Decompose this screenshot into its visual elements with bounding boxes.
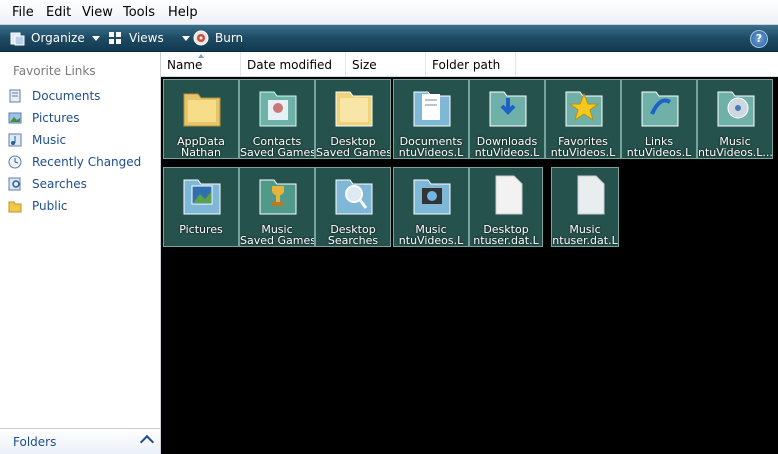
file-list[interactable]: AppData Nathan Contacts Saved Games Desk… bbox=[161, 77, 778, 454]
tile-path: ntuVideos.L bbox=[626, 146, 692, 159]
folders-bar[interactable]: Folders bbox=[0, 428, 160, 454]
list-item[interactable]: Favorites ntuVideos.L bbox=[545, 79, 621, 159]
menu-help[interactable]: Help bbox=[168, 5, 198, 20]
recent-icon bbox=[8, 155, 22, 169]
sort-arrow-icon bbox=[198, 54, 204, 58]
column-date-modified[interactable]: Date modified bbox=[241, 52, 346, 76]
nav-item-searches[interactable]: Searches bbox=[8, 174, 87, 194]
column-headers: Name Date modified Size Folder path bbox=[161, 52, 778, 77]
list-item[interactable]: Desktop ntuser.dat.L bbox=[469, 167, 543, 247]
tile-path: ntuVideos.L bbox=[550, 146, 616, 159]
column-size-label: Size bbox=[352, 58, 377, 72]
organize-button[interactable]: Organize bbox=[10, 25, 100, 51]
command-toolbar: Organize Views Burn ? bbox=[0, 25, 778, 52]
tile-path: Nathan bbox=[181, 146, 221, 159]
nav-item-public[interactable]: Public bbox=[8, 196, 68, 216]
list-item[interactable]: Music ntuVideos.L bbox=[393, 167, 469, 247]
organize-icon bbox=[10, 32, 25, 45]
list-item[interactable]: Desktop Saved Games bbox=[315, 79, 391, 159]
help-button[interactable]: ? bbox=[750, 30, 768, 48]
nav-item-label: Pictures bbox=[32, 111, 80, 125]
tile-path: ntuser.dat.L bbox=[552, 234, 618, 247]
nav-item-label: Music bbox=[32, 133, 67, 147]
tile-path: ntuVideos.L... bbox=[698, 146, 772, 159]
searches-icon bbox=[8, 177, 21, 191]
folders-label: Folders bbox=[13, 435, 57, 449]
organize-label: Organize bbox=[31, 31, 85, 45]
column-date-label: Date modified bbox=[247, 58, 333, 72]
tile-path: Searches bbox=[327, 234, 379, 247]
column-path-label: Folder path bbox=[432, 58, 501, 72]
nav-item-label: Recently Changed bbox=[32, 155, 142, 169]
burn-disc-icon bbox=[193, 30, 209, 46]
tile-path: ntuVideos.L bbox=[398, 234, 464, 247]
column-folder-path[interactable]: Folder path bbox=[426, 52, 516, 76]
tile-path: Saved Games bbox=[316, 146, 390, 159]
column-size[interactable]: Size bbox=[346, 52, 426, 76]
burn-label: Burn bbox=[215, 31, 244, 45]
nav-item-label: Public bbox=[32, 199, 68, 213]
pictures-folder-icon bbox=[183, 179, 221, 215]
tile-path: ntuser.dat.L bbox=[473, 234, 539, 247]
file-icon bbox=[577, 175, 605, 215]
tile-path: Saved Games bbox=[240, 234, 314, 247]
menu-view[interactable]: View bbox=[82, 5, 113, 20]
menu-tools[interactable]: Tools bbox=[123, 5, 155, 20]
favorite-links-header: Favorite Links bbox=[13, 64, 96, 78]
videos-folder-icon bbox=[413, 179, 451, 215]
nav-item-recently-changed[interactable]: Recently Changed bbox=[8, 152, 141, 172]
music-folder-icon bbox=[717, 91, 755, 127]
list-item[interactable]: Music ntuser.dat.L bbox=[551, 167, 619, 247]
music-icon bbox=[8, 133, 22, 147]
documents-icon bbox=[9, 89, 21, 103]
nav-item-music[interactable]: Music bbox=[8, 130, 66, 150]
tile-name: Pictures bbox=[179, 223, 223, 236]
favorites-star-icon bbox=[565, 91, 603, 127]
column-name-label: Name bbox=[167, 58, 203, 72]
links-folder-icon bbox=[641, 91, 679, 127]
chevron-down-icon bbox=[181, 35, 190, 41]
contacts-folder-icon bbox=[259, 91, 297, 127]
tile-path: ntuVideos.L bbox=[474, 146, 540, 159]
views-label: Views bbox=[129, 31, 164, 45]
nav-item-pictures[interactable]: Pictures bbox=[8, 108, 80, 128]
saved-games-trophy-icon bbox=[259, 179, 297, 215]
folder-icon bbox=[8, 201, 22, 213]
tile-path: ntuVideos.L bbox=[398, 146, 464, 159]
list-item[interactable]: Music ntuVideos.L... bbox=[697, 79, 773, 159]
burn-button[interactable]: Burn bbox=[193, 25, 243, 51]
menu-edit[interactable]: Edit bbox=[46, 5, 71, 20]
nav-item-documents[interactable]: Documents bbox=[8, 86, 100, 106]
menu-file[interactable]: File bbox=[12, 5, 34, 20]
chevron-up-icon bbox=[139, 434, 155, 450]
list-item[interactable]: Music Saved Games bbox=[239, 167, 315, 247]
folder-icon bbox=[183, 93, 221, 127]
navigation-pane: Favorite Links Documents Pictures Music … bbox=[0, 52, 161, 454]
downloads-folder-icon bbox=[489, 91, 527, 127]
list-item[interactable]: Downloads ntuVideos.L bbox=[469, 79, 545, 159]
menu-bar: File Edit View Tools Help bbox=[0, 0, 778, 25]
pictures-icon bbox=[8, 112, 22, 124]
list-item[interactable]: Documents ntuVideos.L bbox=[393, 79, 469, 159]
nav-item-label: Documents bbox=[32, 89, 101, 103]
column-name[interactable]: Name bbox=[161, 52, 241, 76]
searches-magnifier-icon bbox=[335, 179, 373, 215]
chevron-down-icon bbox=[91, 35, 100, 41]
documents-folder-icon bbox=[413, 91, 451, 127]
list-item[interactable]: Desktop Searches bbox=[315, 167, 391, 247]
list-item[interactable]: Links ntuVideos.L bbox=[621, 79, 697, 159]
list-item[interactable]: Pictures bbox=[163, 167, 239, 247]
file-icon bbox=[495, 175, 523, 215]
list-item[interactable]: Contacts Saved Games bbox=[239, 79, 315, 159]
views-icon bbox=[109, 31, 121, 44]
tile-path: Saved Games bbox=[240, 146, 314, 159]
list-item[interactable]: AppData Nathan bbox=[163, 79, 239, 159]
desktop-folder-icon bbox=[335, 91, 373, 127]
nav-item-label: Searches bbox=[32, 177, 87, 191]
views-button[interactable]: Views bbox=[108, 25, 190, 51]
